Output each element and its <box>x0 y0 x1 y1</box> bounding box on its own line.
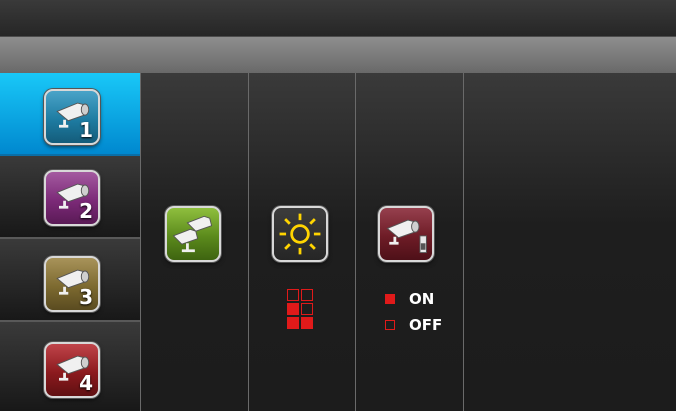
option-label: OFF <box>409 316 443 334</box>
brightness-cell <box>287 289 299 301</box>
camera-number: 2 <box>79 199 93 223</box>
camera-tab-3[interactable]: 3 <box>0 239 140 322</box>
radio-indicator <box>385 294 395 304</box>
empty-column <box>463 73 676 411</box>
camera-sidebar: 1 2 3 4 <box>0 73 140 411</box>
camera-switch-icon <box>386 219 427 254</box>
sub-header-bar <box>0 37 676 73</box>
camera-number: 3 <box>79 285 93 309</box>
brightness-cell <box>301 317 313 329</box>
camera-settings-screen: 1 2 3 4 ON OFF <box>0 0 676 411</box>
camera-4-button[interactable]: 4 <box>44 342 100 398</box>
camera-2-button[interactable]: 2 <box>44 170 100 226</box>
radio-indicator <box>385 320 395 330</box>
record-mode-button[interactable] <box>378 206 434 262</box>
record-column <box>355 73 463 411</box>
brightness-level-indicator <box>287 289 315 343</box>
brightness-cell <box>287 303 299 315</box>
brightness-cell <box>301 303 313 315</box>
camera-tab-4[interactable]: 4 <box>0 322 140 411</box>
pairing-column <box>140 73 248 411</box>
camera-pairing-icon <box>172 215 213 253</box>
brightness-cell <box>301 289 313 301</box>
camera-3-button[interactable]: 3 <box>44 256 100 312</box>
title-bar <box>0 0 676 37</box>
brightness-cell <box>287 317 299 329</box>
record-on-option[interactable]: ON <box>385 289 434 309</box>
option-label: ON <box>409 290 435 308</box>
sun-icon <box>279 213 321 255</box>
brightness-column <box>248 73 355 411</box>
camera-number: 1 <box>79 118 93 142</box>
record-off-option[interactable]: OFF <box>385 315 442 335</box>
camera-1-button[interactable]: 1 <box>44 89 100 145</box>
camera-number: 4 <box>79 371 93 395</box>
brightness-button[interactable] <box>272 206 328 262</box>
camera-tab-2[interactable]: 2 <box>0 156 140 239</box>
camera-pairing-button[interactable] <box>165 206 221 262</box>
camera-tab-1[interactable]: 1 <box>0 73 140 156</box>
